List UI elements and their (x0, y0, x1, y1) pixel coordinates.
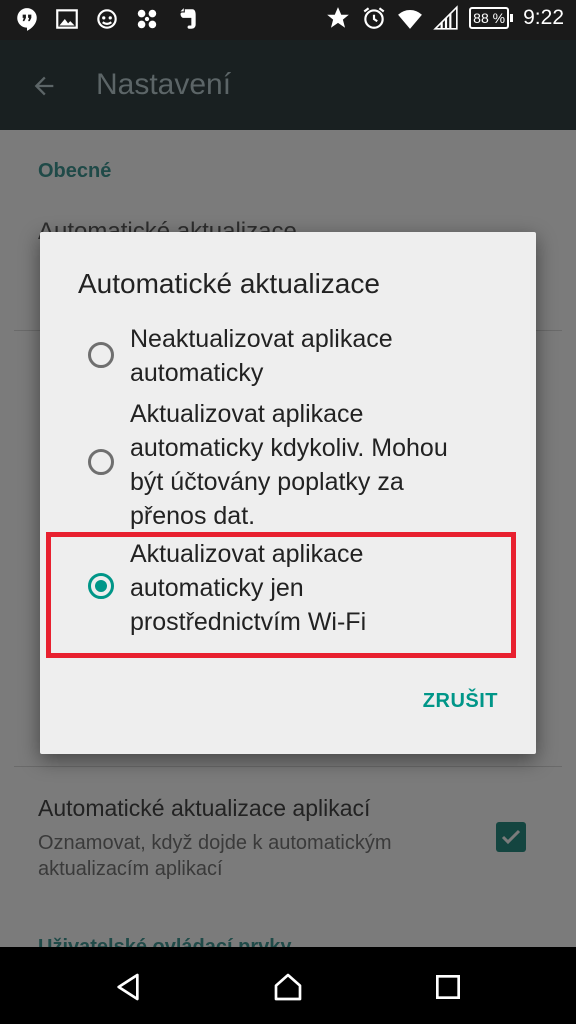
navigation-bar (0, 947, 576, 1024)
battery-level: 88 % (473, 10, 506, 26)
battery-icon: 88 % (469, 7, 514, 29)
dialog-title: Automatické aktualizace (78, 268, 380, 299)
app-updates-checkbox[interactable] (496, 822, 526, 852)
setting-app-updates-subtitle: Oznamovat, když dojde k automatickým akt… (38, 832, 392, 880)
cancel-button[interactable]: ZRUŠIT (423, 690, 498, 713)
app-bar: Nastavení (0, 40, 576, 130)
option-label: Neaktualizovat aplikace automaticky (130, 325, 393, 387)
wifi-icon (398, 10, 423, 29)
pinwheel-icon (137, 9, 157, 29)
image-icon (56, 9, 78, 29)
setting-app-updates-title[interactable]: Automatické aktualizace aplikací (38, 795, 370, 822)
system-icons: 88 % 9:22 (325, 5, 564, 31)
clock: 9:22 (523, 6, 564, 29)
radio-button[interactable] (88, 342, 114, 368)
back-arrow-icon[interactable] (28, 72, 60, 100)
alarm-icon (363, 7, 385, 29)
signal-icon (433, 5, 458, 30)
checkmark-icon (501, 829, 521, 845)
divider (14, 766, 562, 767)
back-icon[interactable] (112, 971, 144, 1003)
section-header-general: Obecné (38, 160, 112, 182)
option-label: Aktualizovat aplikace automaticky jen pr… (130, 540, 367, 636)
option-label: Aktualizovat aplikace automaticky kdykol… (130, 400, 448, 530)
page-title: Nastavení (96, 68, 232, 101)
radio-button-selected[interactable] (88, 573, 114, 599)
status-bar: 88 % 9:22 (0, 0, 576, 40)
star-icon (327, 7, 349, 28)
radio-button[interactable] (88, 449, 114, 475)
home-icon[interactable] (272, 971, 304, 1003)
hangouts-icon (17, 8, 37, 31)
auto-update-dialog: Automatické aktualizace Neaktualizovat a… (40, 232, 536, 754)
evernote-icon (180, 8, 196, 29)
monkey-icon (97, 9, 117, 29)
recents-icon[interactable] (432, 971, 464, 1003)
notification-icons (14, 6, 200, 32)
